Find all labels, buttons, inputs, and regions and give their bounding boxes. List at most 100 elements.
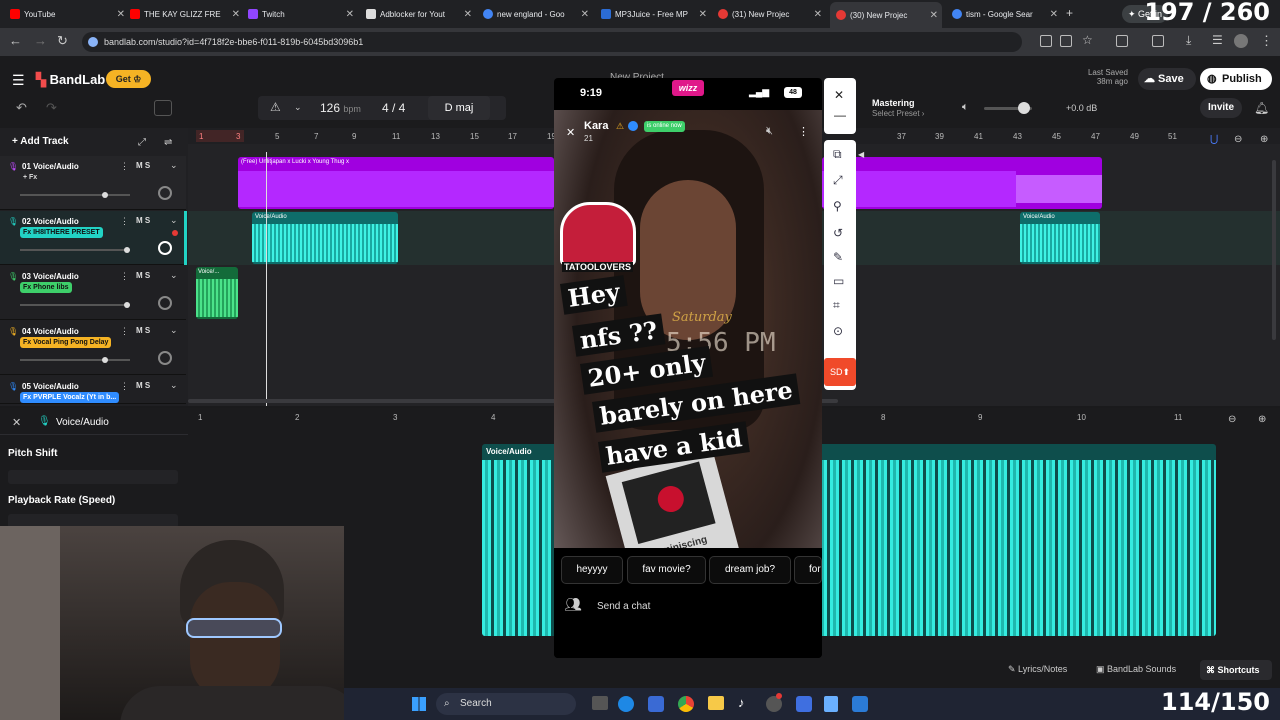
audio-clip-phone[interactable]: Voice/... [196,267,238,319]
url-field[interactable]: bandlab.com/studio?id=4f718f2e-bbe6-f011… [82,32,1022,52]
new-tab-button[interactable]: + [1066,6,1073,20]
slider-thumb[interactable] [102,357,108,363]
reader-icon[interactable] [1040,35,1052,47]
site-info-icon[interactable] [88,37,98,47]
zoom-in-icon[interactable]: ⊕ [1260,134,1268,145]
audio-clip-voice[interactable]: Voice/Audio [1020,212,1100,264]
bookmark-star-icon[interactable]: ☆ [1082,33,1093,47]
app-icon[interactable] [796,696,812,712]
profile-avatar[interactable] [1234,34,1248,48]
mute-solo-buttons[interactable]: M S [136,326,150,335]
tab-mp3juice[interactable]: MP3Juice - Free MP ✕ [601,4,707,24]
slider-thumb[interactable] [1018,102,1030,114]
loop-icon[interactable] [154,100,172,116]
mute-solo-buttons[interactable]: M S [136,216,150,225]
tab-youtube[interactable]: YouTube ✕ [10,4,125,24]
pin-icon[interactable]: ⚲ [833,199,842,213]
audio-clip-voice[interactable]: Voice/Audio [252,212,398,264]
hamburger-menu-icon[interactable]: ☰ [12,72,25,89]
fx-button[interactable]: + Fx [20,172,40,183]
track-menu-icon[interactable]: ⋮ [120,326,129,337]
notepad-icon[interactable] [824,696,838,712]
reply-chip[interactable]: for [794,556,822,584]
track-row-1[interactable]: 🎙︎ 01 Voice/Audio + Fx ⋮ M S ⌄ [0,156,186,210]
vertical-scrollbar[interactable] [1272,160,1276,340]
fullscreen-icon[interactable]: ⤢ [833,173,843,188]
mastering-label[interactable]: Mastering [872,98,915,108]
track-row-2[interactable]: 🎙︎ 02 Voice/Audio Fx IH8ITHERE PRESET ⋮ … [0,211,187,265]
crop-icon[interactable]: ⌗ [833,298,840,313]
fx-button[interactable]: Fx Phone libs [20,282,72,293]
pan-knob[interactable] [158,241,172,255]
pan-knob[interactable] [158,351,172,365]
active-app-icon[interactable] [852,696,868,712]
sd-button[interactable]: SD⬆ [824,358,856,386]
invite-button[interactable]: Invite [1200,98,1242,118]
mute-solo-buttons[interactable]: M S [136,381,150,390]
track-name[interactable]: 05 Voice/Audio [22,382,79,391]
chevron-down-icon[interactable]: ⌄ [170,380,178,391]
extensions-icon[interactable] [1116,35,1128,47]
automation-icon[interactable]: ⤢ [138,137,146,148]
time-signature[interactable]: 4 / 4 [382,101,405,115]
audio-clip-purple[interactable]: (Free) Unlitjapan x Lucki x Young Thug x [238,157,554,209]
track-menu-icon[interactable]: ⋮ [120,381,129,392]
publish-button[interactable]: ◍ Publish [1200,68,1272,90]
record-arm-icon[interactable] [172,230,178,236]
pencil-icon[interactable]: ✎ [833,250,843,264]
tab-google-tism[interactable]: tism - Google Sear ✕ [952,4,1058,24]
chevron-down-icon[interactable]: ⌄ [170,325,178,336]
menu-icon[interactable]: ⋮ [1260,33,1273,49]
back-icon[interactable]: ← [9,33,22,48]
mute-solo-buttons[interactable]: M S [136,161,150,170]
tab-google-new-england[interactable]: new england - Goo ✕ [483,4,589,24]
redo-icon[interactable]: ↷ [46,100,57,116]
chevron-down-icon[interactable]: ⌄ [294,102,302,113]
slider-thumb[interactable] [124,247,130,253]
track-row-3[interactable]: 🎙︎ 03 Voice/Audio Fx Phone libs ⋮ M S ⌄ [0,266,186,320]
track-settings-icon[interactable]: ⇌ [164,137,172,148]
track-menu-icon[interactable]: ⋮ [120,271,129,282]
chevron-down-icon[interactable]: ⌄ [170,160,178,171]
chat-input[interactable]: Send a chat [592,598,814,616]
mastering-preset[interactable]: Select Preset › [872,109,924,118]
tab-new-project-30[interactable]: (30) New Projec ✕ [830,2,942,28]
bandlab-logo[interactable]: ▚ BandLab [36,72,105,88]
track-name[interactable]: 01 Voice/Audio [22,162,79,171]
tab-twitch[interactable]: Twitch ✕ [248,4,354,24]
chevron-down-icon[interactable]: ⌄ [170,270,178,281]
speaker-icon[interactable]: 🔈︎ [962,101,969,114]
close-icon[interactable]: ✕ [581,9,589,20]
track-menu-icon[interactable]: ⋮ [120,216,129,227]
track-menu-icon[interactable]: ⋮ [120,161,129,172]
zoom-in-icon[interactable]: ⊕ [1258,414,1266,425]
close-story-icon[interactable]: ✕ [566,126,575,139]
windows-start-icon[interactable] [412,697,426,711]
metronome-icon[interactable]: ⚠ [270,100,281,114]
cast-icon[interactable] [1152,35,1164,47]
zoom-out-icon[interactable]: ⊖ [1228,414,1236,425]
mute-solo-buttons[interactable]: M S [136,271,150,280]
track-name[interactable]: 03 Voice/Audio [22,272,79,281]
playhead[interactable] [266,152,267,406]
fx-button[interactable]: Fx IH8ITHERE PRESET [20,227,103,238]
close-icon[interactable]: ✕ [232,9,240,20]
tab-new-project-31[interactable]: (31) New Projec ✕ [718,4,822,24]
slider-thumb[interactable] [124,302,130,308]
close-icon[interactable]: ✕ [464,9,472,20]
fx-button[interactable]: Fx Vocal Ping Pong Delay [20,337,112,348]
chevron-down-icon[interactable]: ⌄ [170,215,178,226]
close-icon[interactable]: ✕ [117,9,125,20]
minimize-icon[interactable]: — [834,108,846,122]
track-volume-slider[interactable] [20,247,130,253]
key-selector[interactable]: D maj [428,96,490,120]
pitch-shift-control[interactable] [8,470,178,484]
close-icon[interactable]: ✕ [1050,9,1058,20]
close-icon[interactable]: ✕ [699,9,707,20]
app-icon[interactable] [766,693,782,712]
slider-thumb[interactable] [102,192,108,198]
mute-icon[interactable]: 🔇︎ [766,125,773,138]
get-membership-button[interactable]: Get ♔ [106,70,151,88]
screenshot-icon[interactable]: ⧉ [833,147,842,162]
pan-knob[interactable] [158,186,172,200]
